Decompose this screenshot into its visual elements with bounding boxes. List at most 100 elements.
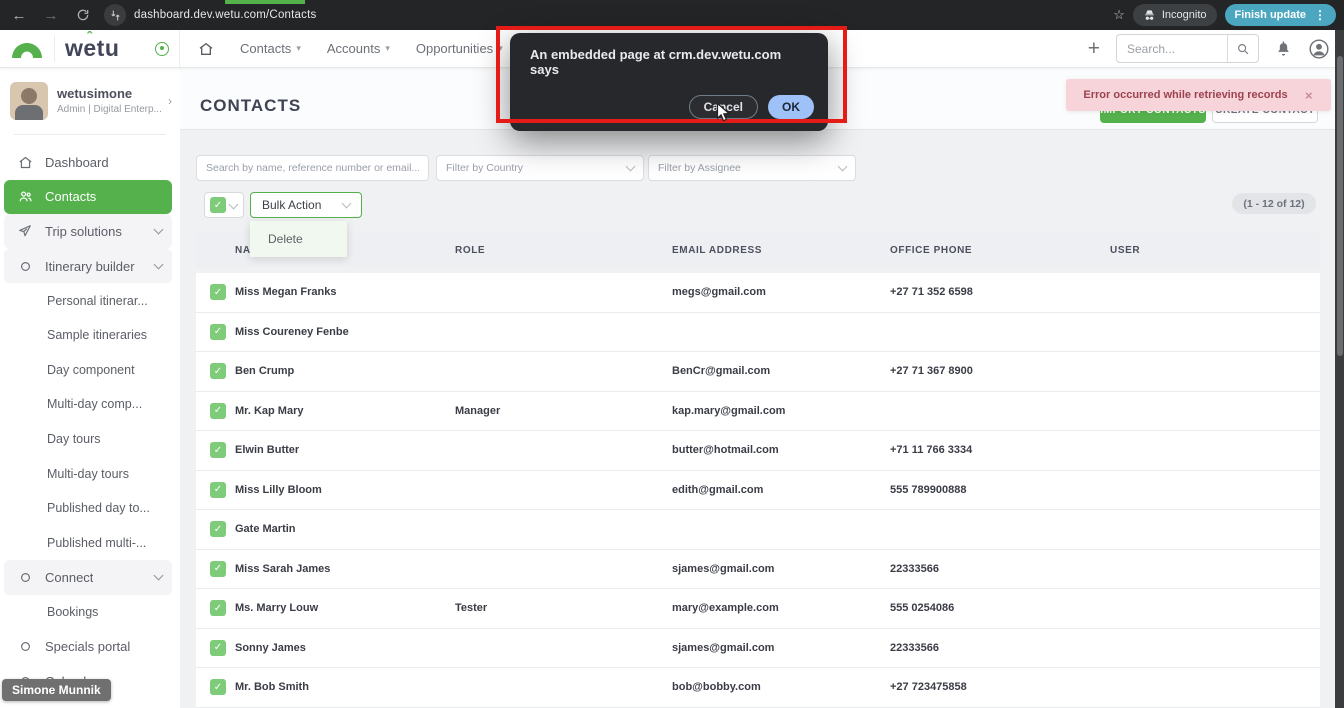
sidebar-item[interactable]: Trip solutions xyxy=(4,214,172,249)
scrollbar[interactable] xyxy=(1335,30,1344,708)
sidebar-item[interactable]: Contacts xyxy=(4,180,172,215)
ok-button[interactable]: OK xyxy=(768,95,814,119)
nav-item[interactable]: Accounts xyxy=(327,41,390,56)
contact-office-phone: 555 789900888 xyxy=(890,484,1110,496)
contact-office-phone: +71 11 766 3334 xyxy=(890,444,1110,456)
contact-role: Tester xyxy=(455,602,672,614)
table-row[interactable]: Ben Crump BenCr@gmail.com +27 71 367 890… xyxy=(196,352,1320,392)
notifications-bell-icon[interactable] xyxy=(1275,40,1292,57)
row-checkbox[interactable] xyxy=(210,561,226,577)
scrollbar-thumb[interactable] xyxy=(1337,56,1343,356)
quick-add-icon[interactable]: + xyxy=(1088,38,1100,59)
contact-name[interactable]: Mr. Bob Smith xyxy=(235,681,455,693)
filter-assignee-select[interactable]: Filter by Assignee xyxy=(648,155,856,181)
table-row[interactable]: Mr. Bob Smith bob@bobby.com +27 72347585… xyxy=(196,668,1320,708)
nav-item[interactable]: Contacts xyxy=(240,41,301,56)
table-row[interactable]: Ms. Marry Louw Tester mary@example.com 5… xyxy=(196,589,1320,629)
browser-menu-icon[interactable]: ⋮ xyxy=(1314,8,1326,22)
bookmark-star-icon[interactable]: ☆ xyxy=(1113,7,1125,23)
back-icon[interactable]: ← xyxy=(8,4,30,26)
cancel-button[interactable]: Cancel xyxy=(689,95,758,119)
table-row[interactable]: Miss Lilly Bloom edith@gmail.com 555 789… xyxy=(196,471,1320,511)
reload-icon[interactable] xyxy=(72,4,94,26)
sidebar-item[interactable]: Multi-day comp... xyxy=(4,387,172,422)
row-checkbox[interactable] xyxy=(210,482,226,498)
chevron-right-icon[interactable]: › xyxy=(168,94,172,108)
contact-name[interactable]: Ms. Marry Louw xyxy=(235,602,455,614)
contact-office-phone: 22333566 xyxy=(890,563,1110,575)
active-tab-indicator xyxy=(225,0,305,4)
sidebar-item[interactable]: Published day to... xyxy=(4,491,172,526)
select-all-checkbox[interactable] xyxy=(210,197,226,213)
screen: ← → dashboard.dev.wetu.com/Contacts ☆ In… xyxy=(0,0,1344,708)
column-header[interactable]: EMAIL ADDRESS xyxy=(672,245,890,256)
forward-icon[interactable]: → xyxy=(40,4,62,26)
contact-name[interactable]: Sonny James xyxy=(235,642,455,654)
row-checkbox[interactable] xyxy=(210,442,226,458)
user-avatar-icon[interactable] xyxy=(1308,38,1330,60)
row-checkbox[interactable] xyxy=(210,284,226,300)
contact-name[interactable]: Gate Martin xyxy=(235,523,455,535)
table-row[interactable]: Gate Martin xyxy=(196,510,1320,550)
contact-name[interactable]: Miss Megan Franks xyxy=(235,286,455,298)
finish-update-button[interactable]: Finish update ⋮ xyxy=(1225,4,1337,26)
row-checkbox[interactable] xyxy=(210,679,226,695)
table-row[interactable]: Elwin Butter butter@hotmail.com +71 11 7… xyxy=(196,431,1320,471)
sidebar-item[interactable]: Day component xyxy=(4,353,172,388)
close-icon[interactable]: × xyxy=(1305,88,1331,103)
contact-office-phone: 555 0254086 xyxy=(890,602,1110,614)
row-checkbox[interactable] xyxy=(210,403,226,419)
sidebar-item[interactable]: Personal itinerar... xyxy=(4,283,172,318)
contact-name[interactable]: Miss Coureney Fenbe xyxy=(235,326,455,338)
contact-name[interactable]: Miss Lilly Bloom xyxy=(235,484,455,496)
sidebar-item[interactable]: Day tours xyxy=(4,422,172,457)
contact-email: kap.mary@gmail.com xyxy=(672,405,890,417)
sidebar-item[interactable]: Published multi-... xyxy=(4,526,172,561)
contact-name[interactable]: Ben Crump xyxy=(235,365,455,377)
row-checkbox[interactable] xyxy=(210,600,226,616)
sidebar-item[interactable]: Itinerary builder xyxy=(4,249,172,284)
sidebar-item[interactable]: Sample itineraries xyxy=(4,318,172,353)
sidebar-toggle-icon[interactable] xyxy=(155,42,169,56)
sidebar-item[interactable]: Connect xyxy=(4,560,172,595)
column-header[interactable]: OFFICE PHONE xyxy=(890,245,1110,256)
incognito-badge: Incognito xyxy=(1133,4,1217,26)
contact-name[interactable]: Miss Sarah James xyxy=(235,563,455,575)
column-header[interactable]: USER xyxy=(1110,245,1320,256)
contact-email: butter@hotmail.com xyxy=(672,444,890,456)
sidebar-menu: Dashboard Contacts Trip solutions xyxy=(0,143,180,699)
chevron-down-icon xyxy=(229,199,239,209)
contact-search-input[interactable] xyxy=(206,162,419,174)
contact-role: Manager xyxy=(455,405,672,417)
sidebar-item[interactable]: Multi-day tours xyxy=(4,456,172,491)
row-checkbox[interactable] xyxy=(210,521,226,537)
sidebar-item[interactable]: Dashboard xyxy=(4,145,172,180)
filter-country-select[interactable]: Filter by Country xyxy=(436,155,644,181)
sidebar-user[interactable]: wetusimone Admin | Digital Enterp... › xyxy=(0,68,180,132)
column-header[interactable]: ROLE xyxy=(455,245,672,256)
bulk-menu-item[interactable]: Delete xyxy=(250,227,347,251)
sidebar-item[interactable]: Specials portal xyxy=(4,629,172,664)
home-icon[interactable] xyxy=(198,41,214,57)
table-row[interactable]: Miss Sarah James sjames@gmail.com 223335… xyxy=(196,550,1320,590)
row-checkbox[interactable] xyxy=(210,640,226,656)
row-checkbox[interactable] xyxy=(210,363,226,379)
row-checkbox[interactable] xyxy=(210,324,226,340)
select-all-control[interactable] xyxy=(204,192,244,218)
contact-name[interactable]: Mr. Kap Mary xyxy=(235,405,455,417)
contact-name[interactable]: Elwin Butter xyxy=(235,444,455,456)
table-row[interactable]: Mr. Kap Mary Manager kap.mary@gmail.com xyxy=(196,392,1320,432)
global-search-input[interactable] xyxy=(1117,42,1227,56)
sidebar-item[interactable]: Bookings xyxy=(4,595,172,630)
bulk-action-dropdown[interactable]: Bulk Action xyxy=(250,192,362,218)
search-icon[interactable] xyxy=(1228,34,1258,63)
contact-email: sjames@gmail.com xyxy=(672,642,890,654)
address-bar[interactable]: dashboard.dev.wetu.com/Contacts xyxy=(134,9,316,21)
table-row[interactable]: Miss Megan Franks megs@gmail.com +27 71 … xyxy=(196,273,1320,313)
contact-office-phone: +27 71 352 6598 xyxy=(890,286,1110,298)
table-row[interactable]: Sonny James sjames@gmail.com 22333566 xyxy=(196,629,1320,669)
error-toast: Error occurred while retrieving records … xyxy=(1066,79,1331,111)
nav-item[interactable]: Opportunities xyxy=(416,41,503,56)
table-row[interactable]: Miss Coureney Fenbe xyxy=(196,313,1320,353)
site-info-icon[interactable] xyxy=(104,4,126,26)
